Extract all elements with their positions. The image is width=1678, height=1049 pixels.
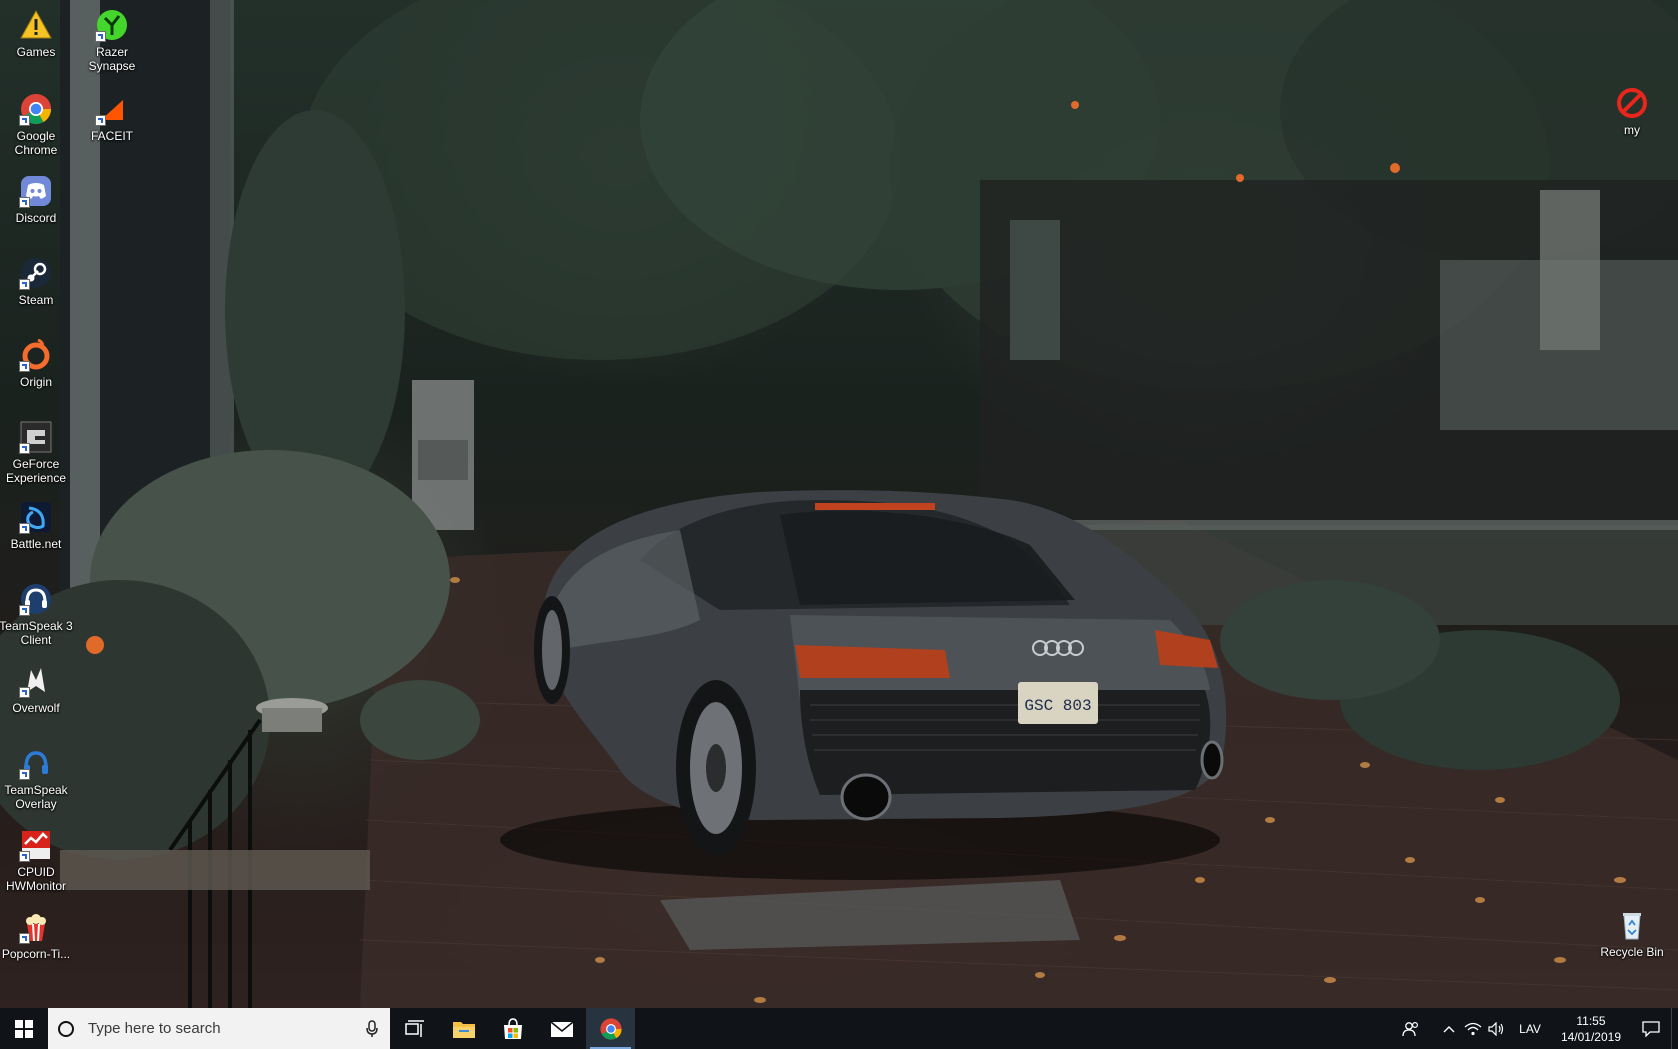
- desktop-icon-discord[interactable]: Discord: [0, 174, 73, 225]
- desktop-icon-label: Battle.net: [10, 537, 62, 551]
- network-icon: [1464, 1022, 1482, 1035]
- notification-icon: [1642, 1020, 1660, 1037]
- desktop-icon-label: Origin: [19, 375, 52, 389]
- desktop-icon-steam[interactable]: Steam: [0, 256, 73, 307]
- desktop-icon-my[interactable]: my: [1595, 86, 1669, 137]
- overwolf-icon: [19, 664, 53, 698]
- hwmonitor-icon: [19, 828, 53, 862]
- razer-icon: [95, 8, 129, 42]
- action-center-button[interactable]: [1631, 1008, 1671, 1049]
- store-button[interactable]: [488, 1008, 537, 1049]
- recycle-bin-icon: [1615, 908, 1649, 942]
- desktop-icon-teamspeak-3-client[interactable]: TeamSpeak 3 Client: [0, 582, 73, 647]
- origin-icon: [19, 338, 53, 372]
- desktop-icon-geforce-experience[interactable]: GeForce Experience: [0, 420, 73, 485]
- desktop-icon-label: TeamSpeak Overlay: [4, 783, 68, 811]
- steam-icon: [19, 256, 53, 290]
- people-button[interactable]: [1399, 1008, 1423, 1049]
- windows-logo-icon: [15, 1019, 33, 1038]
- warning-folder-icon: [19, 8, 53, 42]
- desktop-icon-games[interactable]: Games: [0, 8, 73, 59]
- search-input[interactable]: [86, 1019, 366, 1038]
- chrome-icon: [19, 92, 53, 126]
- desktop-icon-faceit[interactable]: FACEIT: [75, 92, 149, 143]
- volume-icon: [1488, 1021, 1504, 1036]
- taskbar-search[interactable]: [48, 1008, 390, 1049]
- start-button[interactable]: [0, 1008, 48, 1049]
- desktop-icon-label: Popcorn-Ti...: [1, 947, 71, 961]
- discord-icon: [19, 174, 53, 208]
- desktop-icon-cpuid-hwmonitor[interactable]: CPUID HWMonitor: [0, 828, 73, 893]
- shortcut-arrow-icon: [19, 443, 30, 454]
- desktop-icon-label: my: [1624, 123, 1640, 137]
- show-desktop-button[interactable]: [1671, 1008, 1678, 1049]
- mail-button[interactable]: [537, 1008, 586, 1049]
- desktop-icon-teamspeak-overlay[interactable]: TeamSpeak Overlay: [0, 746, 73, 811]
- shortcut-arrow-icon: [19, 279, 30, 290]
- desktop-icon-label: TeamSpeak 3 Client: [0, 619, 73, 647]
- car-silhouette: GSC 803: [500, 490, 1227, 880]
- svg-text:GSC 803: GSC 803: [1024, 697, 1091, 715]
- desktop-icon-recycle-bin[interactable]: Recycle Bin: [1595, 908, 1669, 959]
- shortcut-arrow-icon: [19, 605, 30, 616]
- desktop-icon-battle-net[interactable]: Battle.net: [0, 500, 73, 551]
- desktop-icon-google-chrome[interactable]: Google Chrome: [0, 92, 73, 157]
- chrome-icon: [599, 1017, 622, 1040]
- desktop-icon-popcorn-time[interactable]: Popcorn-Ti...: [0, 910, 73, 961]
- clock[interactable]: 11:55 14/01/2019: [1551, 1013, 1631, 1045]
- shortcut-arrow-icon: [19, 851, 30, 862]
- shortcut-arrow-icon: [19, 687, 30, 698]
- desktop-icon-label: CPUID HWMonitor: [5, 865, 66, 893]
- desktop-wallpaper: GSC 803: [0, 0, 1678, 1008]
- chrome-taskbar-button[interactable]: [586, 1008, 635, 1049]
- desktop-icon-overwolf[interactable]: Overwolf: [0, 664, 73, 715]
- system-tray: LAV 11:55 14/01/2019: [1399, 1008, 1678, 1049]
- task-view-icon: [404, 1019, 424, 1037]
- teamspeak-overlay-icon: [19, 746, 53, 780]
- desktop-icon-label: Games: [16, 45, 56, 59]
- shortcut-arrow-icon: [19, 769, 30, 780]
- people-icon: [1402, 1021, 1419, 1036]
- clock-date: 14/01/2019: [1560, 1029, 1621, 1044]
- shortcut-arrow-icon: [19, 361, 30, 372]
- shortcut-arrow-icon: [19, 523, 30, 534]
- cortana-icon: [58, 1020, 74, 1037]
- file-explorer-button[interactable]: [439, 1008, 488, 1049]
- desktop-icon-razer-synapse[interactable]: Razer Synapse: [75, 8, 149, 73]
- folder-icon: [452, 1021, 475, 1038]
- desktop-icon-label: Recycle Bin: [1600, 945, 1664, 959]
- desktop-icon-label: Discord: [15, 211, 57, 225]
- clock-time: 11:55: [1576, 1013, 1606, 1028]
- geforce-icon: [19, 420, 53, 454]
- teamspeak-icon: [19, 582, 53, 616]
- faceit-icon: [95, 92, 129, 126]
- shortcut-arrow-icon: [19, 115, 30, 126]
- shortcut-arrow-icon: [95, 115, 106, 126]
- desktop-icon-label: Google Chrome: [14, 129, 58, 157]
- desktop-icon-origin[interactable]: Origin: [0, 338, 73, 389]
- no-entry-icon: [1615, 86, 1649, 120]
- desktop-icon-label: GeForce Experience: [5, 457, 67, 485]
- desktop-icon-label: Overwolf: [12, 701, 60, 715]
- desktop-icon-label: FACEIT: [90, 129, 133, 143]
- microphone-icon[interactable]: [366, 1019, 378, 1038]
- store-icon: [503, 1017, 522, 1039]
- chevron-up-icon: [1443, 1025, 1455, 1032]
- task-view-button[interactable]: [390, 1008, 439, 1049]
- network-button[interactable]: [1461, 1008, 1485, 1049]
- show-hidden-icons-button[interactable]: [1437, 1008, 1461, 1049]
- desktop-icon-label: Steam: [18, 293, 54, 307]
- volume-button[interactable]: [1485, 1008, 1509, 1049]
- wallpaper-scene: GSC 803: [0, 0, 1678, 1008]
- battlenet-icon: [19, 500, 53, 534]
- taskbar: LAV 11:55 14/01/2019: [0, 1008, 1678, 1049]
- popcorn-icon: [19, 910, 53, 944]
- desktop-icon-label: Razer Synapse: [88, 45, 136, 73]
- mail-icon: [549, 1020, 574, 1037]
- shortcut-arrow-icon: [95, 31, 106, 42]
- input-language-indicator[interactable]: LAV: [1509, 1022, 1551, 1036]
- shortcut-arrow-icon: [19, 933, 30, 944]
- shortcut-arrow-icon: [19, 197, 30, 208]
